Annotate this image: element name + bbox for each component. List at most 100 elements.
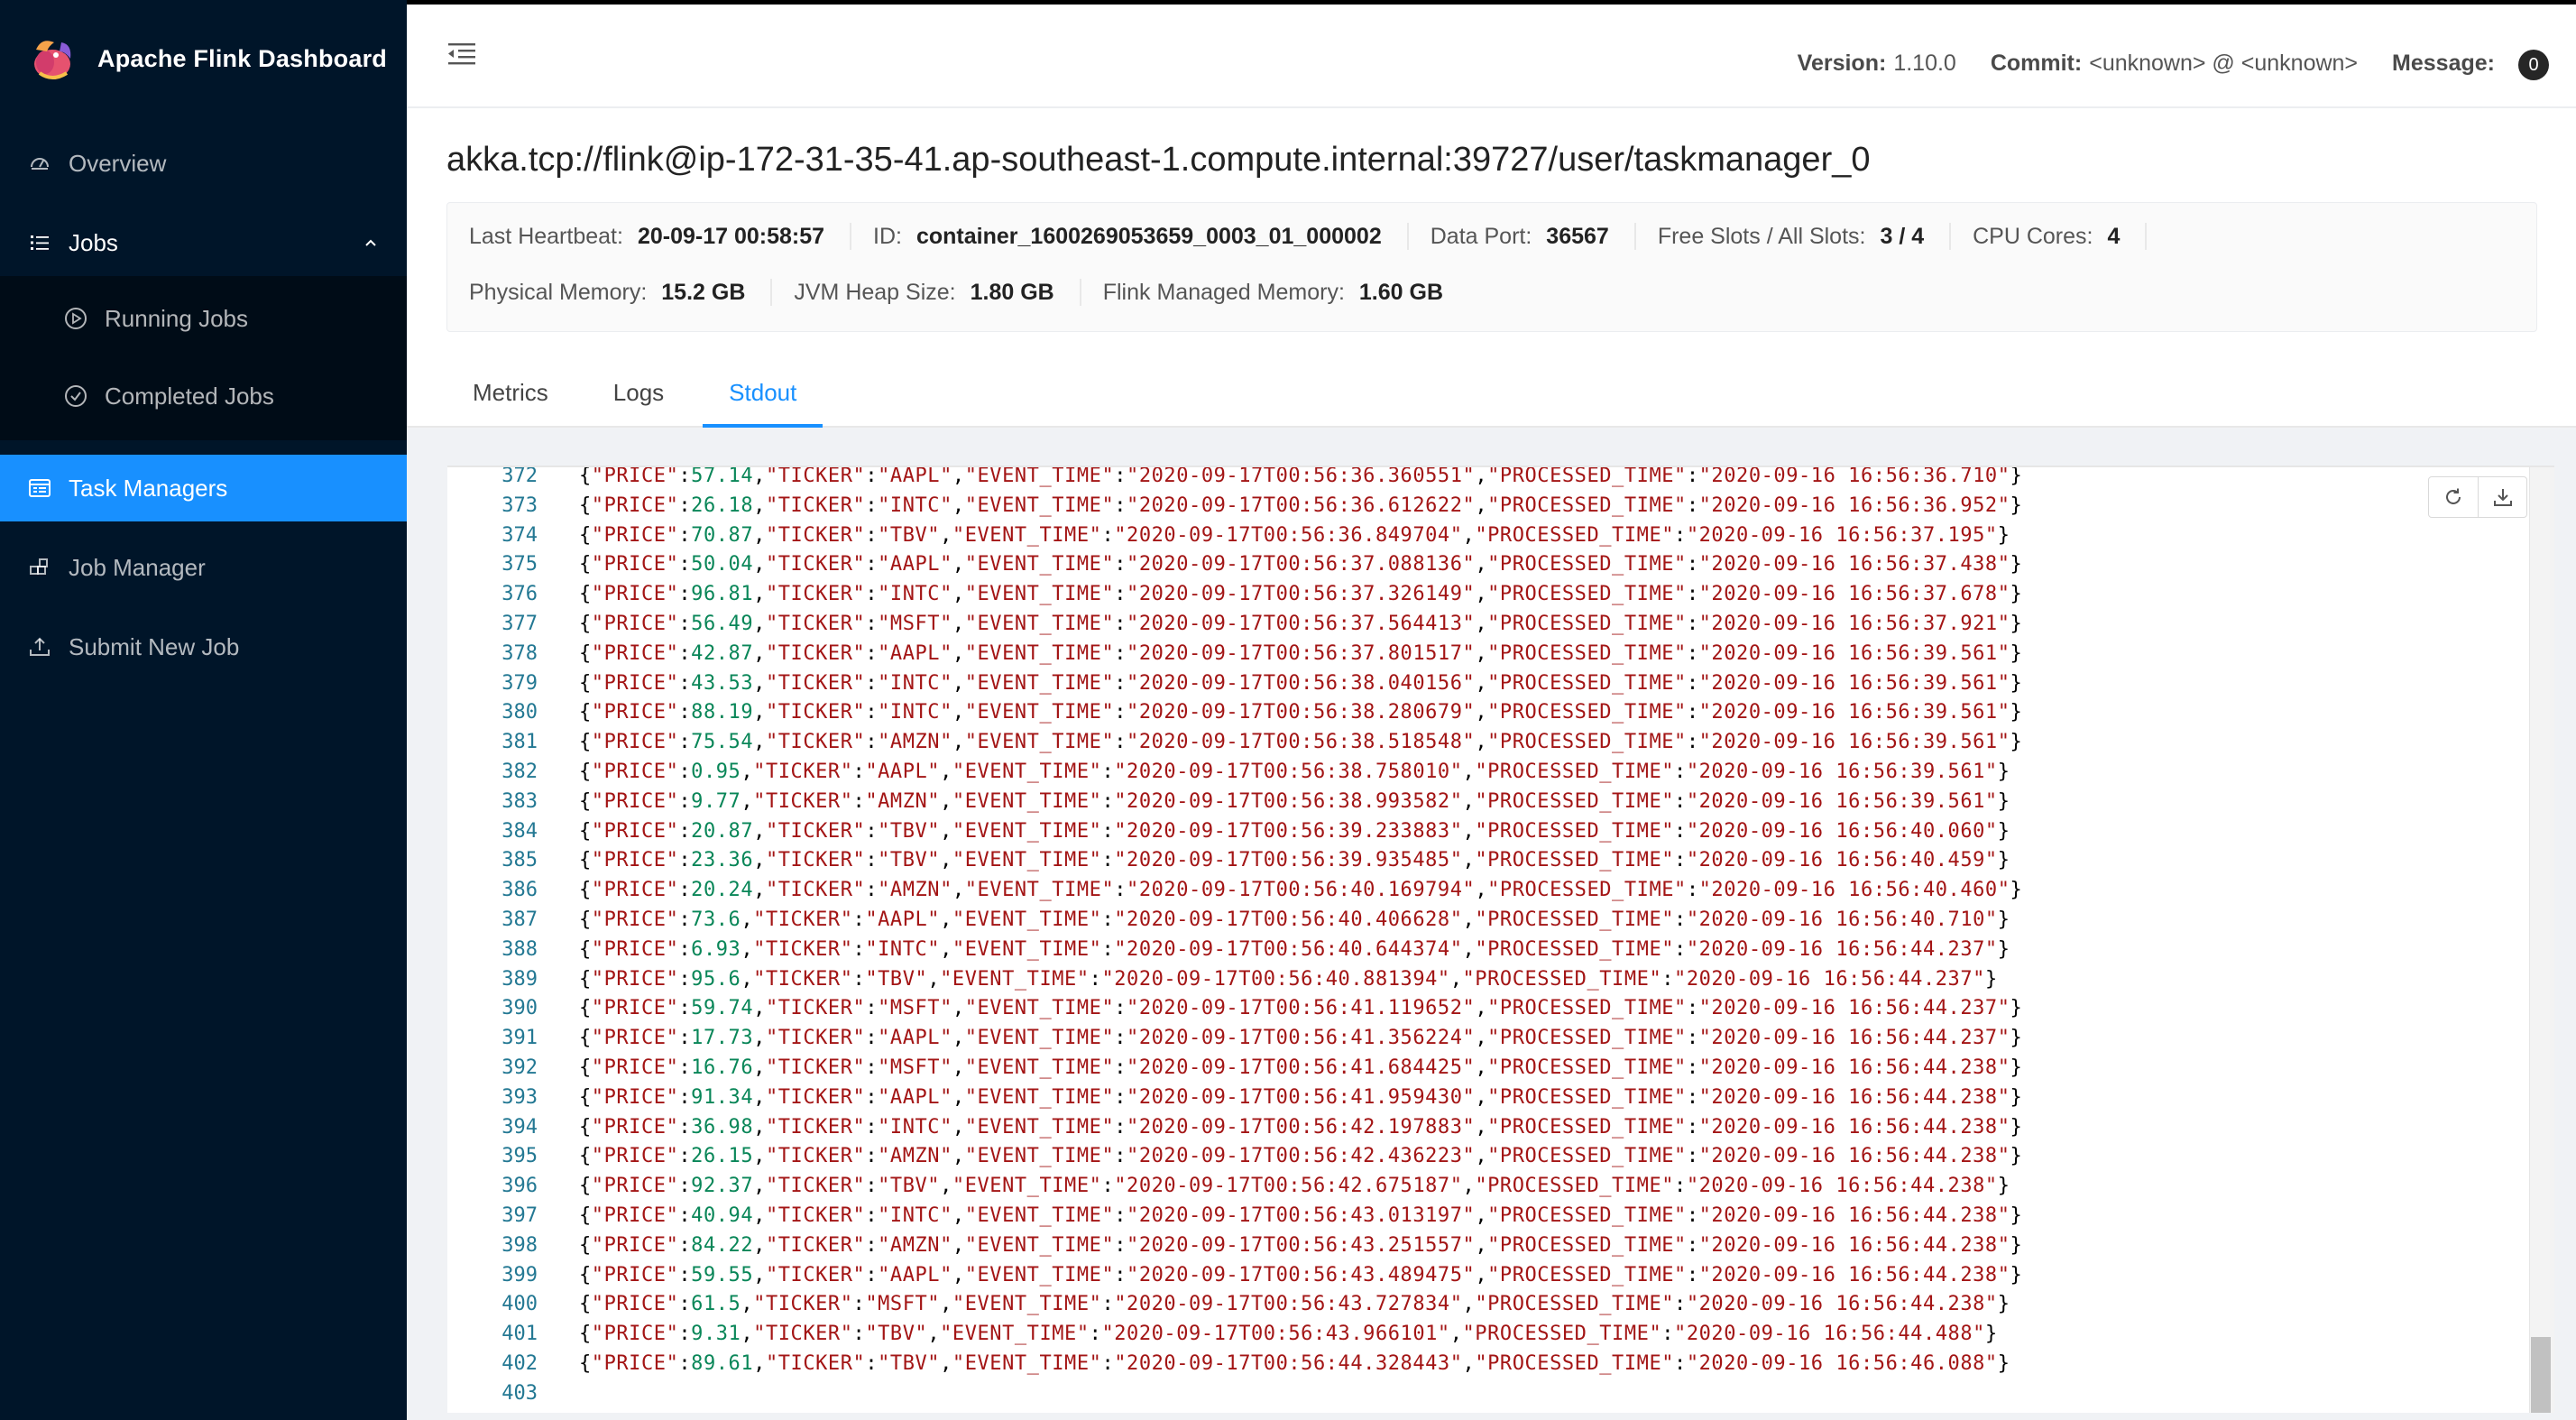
sidebar-item-running-jobs[interactable]: Running Jobs — [0, 280, 407, 357]
comma: , — [1475, 1233, 1488, 1257]
json-string: "TBV" — [878, 849, 941, 872]
sidebar-item-job-manager[interactable]: Job Manager — [0, 534, 407, 601]
brace: } — [1997, 819, 2010, 843]
line-content: {"PRICE":16.76,"TICKER":"MSFT","EVENT_TI… — [579, 1054, 2022, 1083]
logo[interactable]: Apache Flink Dashboard — [0, 0, 407, 117]
tab-stdout[interactable]: Stdout — [703, 375, 823, 428]
json-key: "EVENT_TIME" — [964, 583, 1115, 606]
sidebar-item-overview[interactable]: Overview — [0, 130, 407, 197]
brace: } — [2010, 1027, 2023, 1050]
comma: , — [1475, 1263, 1488, 1286]
line-content: {"PRICE":95.6,"TICKER":"TBV","EVENT_TIME… — [579, 965, 1998, 995]
line-number: 383 — [501, 789, 538, 813]
comma: , — [952, 493, 965, 517]
tab-logs[interactable]: Logs — [587, 375, 690, 428]
download-button[interactable] — [2478, 477, 2526, 517]
json-key: "PRICE" — [591, 789, 679, 813]
colon: : — [678, 819, 692, 843]
colon: : — [1101, 937, 1115, 961]
detail-value: container_1600269053659_0003_01_000002 — [915, 223, 1382, 249]
menu-fold-icon[interactable] — [446, 41, 477, 68]
json-string: "2020-09-16 16:56:44.238" — [1698, 1263, 2010, 1286]
message-count-badge[interactable]: 0 — [2518, 50, 2549, 80]
json-string: "2020-09-16 16:56:44.237" — [1674, 967, 1985, 991]
json-string: "2020-09-16 16:56:44.238" — [1698, 1115, 2010, 1139]
comma: , — [753, 849, 766, 872]
refresh-button[interactable] — [2429, 477, 2478, 517]
json-key: "EVENT_TIME" — [964, 1115, 1115, 1139]
comma: , — [940, 1351, 952, 1375]
comma: , — [741, 967, 754, 991]
json-string: "2020-09-17T00:56:44.328443" — [1114, 1351, 1463, 1375]
comma: , — [753, 1056, 766, 1079]
comma: , — [1475, 879, 1488, 902]
comma: , — [1462, 1175, 1476, 1198]
json-key: "PRICE" — [591, 493, 679, 517]
colon: : — [865, 1145, 879, 1168]
comma: , — [952, 1027, 965, 1050]
json-key: "EVENT_TIME" — [964, 1263, 1115, 1286]
colon: : — [1114, 731, 1127, 754]
json-string: "2020-09-16 16:56:37.678" — [1698, 583, 2010, 606]
json-string: "2020-09-16 16:56:37.438" — [1698, 553, 2010, 576]
sidebar-item-task-managers[interactable]: Task Managers — [0, 455, 407, 521]
json-string: "2020-09-17T00:56:39.935485" — [1114, 849, 1463, 872]
colon: : — [678, 908, 692, 931]
colon: : — [865, 466, 879, 487]
colon: : — [1686, 731, 1699, 754]
line-content: {"PRICE":6.93,"TICKER":"INTC","EVENT_TIM… — [579, 936, 2010, 965]
colon: : — [865, 523, 879, 547]
json-string: "2020-09-17T00:56:39.233883" — [1114, 819, 1463, 843]
json-key: "PRICE" — [591, 1203, 679, 1227]
colon: : — [865, 1351, 879, 1375]
stdout-editor[interactable]: 372 {"PRICE":57.14,"TICKER":"AAPL","EVENT… — [447, 466, 2554, 1413]
json-number: 75.54 — [691, 731, 754, 754]
json-string: "2020-09-16 16:56:44.238" — [1698, 1085, 2010, 1109]
json-number: 91.34 — [691, 1085, 754, 1109]
stdout-line: 392 {"PRICE":16.76,"TICKER":"MSFT","EVENT… — [447, 1054, 2022, 1083]
json-string: "MSFT" — [878, 1056, 952, 1079]
json-string: "2020-09-17T00:56:40.406628" — [1114, 908, 1463, 931]
colon: : — [678, 1203, 692, 1227]
schedule-icon — [27, 475, 52, 501]
comma: , — [952, 879, 965, 902]
comma: , — [741, 908, 754, 931]
json-string: "2020-09-17T00:56:36.612622" — [1127, 493, 1476, 517]
json-key: "TICKER" — [753, 967, 853, 991]
json-key: "PRICE" — [591, 731, 679, 754]
json-string: "2020-09-17T00:56:38.040156" — [1127, 671, 1476, 695]
sidebar-item-submit-new-job[interactable]: Submit New Job — [0, 613, 407, 680]
json-key: "TICKER" — [765, 1115, 866, 1139]
json-key: "PROCESSED_TIME" — [1487, 671, 1687, 695]
line-number: 373 — [501, 493, 538, 517]
colon: : — [678, 967, 692, 991]
line-content: {"PRICE":20.87,"TICKER":"TBV","EVENT_TIM… — [579, 817, 2010, 847]
scrollbar-thumb[interactable] — [2531, 1337, 2551, 1413]
json-string: "2020-09-16 16:56:44.237" — [1698, 1027, 2010, 1050]
sidebar-item-jobs[interactable]: Jobs — [0, 209, 407, 276]
comma: , — [1475, 553, 1488, 576]
editor-scrollbar[interactable] — [2529, 467, 2554, 1413]
stdout-line: 397 {"PRICE":40.94,"TICKER":"INTC","EVENT… — [447, 1202, 2022, 1231]
json-string: "MSFT" — [865, 1293, 941, 1316]
stdout-line: 394 {"PRICE":36.98,"TICKER":"INTC","EVENT… — [447, 1113, 2022, 1143]
colon: : — [678, 997, 692, 1020]
json-key: "EVENT_TIME" — [964, 1085, 1115, 1109]
colon: : — [678, 1056, 692, 1079]
message-label[interactable]: Message: — [2392, 51, 2495, 77]
colon: : — [1686, 701, 1699, 724]
app-title: Apache Flink Dashboard — [97, 44, 387, 72]
json-number: 88.19 — [691, 701, 754, 724]
json-number: 0.95 — [691, 760, 741, 783]
json-number: 23.36 — [691, 849, 754, 872]
sidebar-item-completed-jobs[interactable]: Completed Jobs — [0, 357, 407, 435]
colon: : — [865, 1027, 879, 1050]
stdout-line: 400 {"PRICE":61.5,"TICKER":"MSFT","EVENT_… — [447, 1290, 2022, 1320]
line-number: 381 — [501, 731, 538, 754]
brace: { — [579, 1115, 592, 1139]
colon: : — [1114, 583, 1127, 606]
line-number: 377 — [501, 612, 538, 635]
tab-metrics[interactable]: Metrics — [446, 375, 575, 428]
line-number: 397 — [501, 1203, 538, 1227]
colon: : — [865, 997, 879, 1020]
